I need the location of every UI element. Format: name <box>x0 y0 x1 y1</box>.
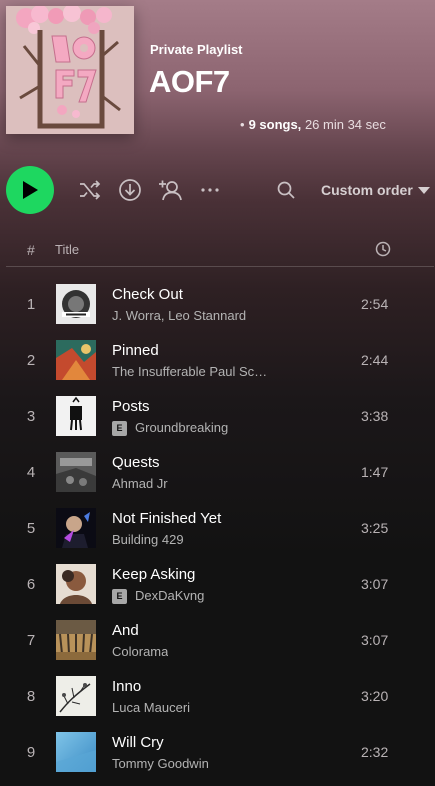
playlist-cover[interactable] <box>6 6 134 134</box>
track-row[interactable]: 7 And Colorama 3:07 <box>0 612 435 668</box>
track-row[interactable]: 2 Pinned The Insufferable Paul Sc… 2:44 <box>0 332 435 388</box>
track-duration: 2:54 <box>361 296 389 312</box>
track-number: 9 <box>26 744 36 761</box>
caret-down-icon[interactable] <box>418 187 430 194</box>
track-duration: 2:32 <box>361 744 389 760</box>
search-icon <box>277 181 295 199</box>
cover-art <box>6 6 134 134</box>
shuffle-button[interactable] <box>78 178 102 202</box>
track-duration: 3:07 <box>361 576 389 592</box>
track-duration: 3:25 <box>361 520 389 536</box>
clock-icon[interactable] <box>375 241 391 257</box>
meta-dot: • <box>240 117 245 132</box>
track-row[interactable]: 1 Check Out J. Worra, Leo Stannard 2:54 <box>0 276 435 332</box>
track-artist[interactable]: Luca Mauceri <box>112 700 190 715</box>
track-artwork <box>56 396 96 436</box>
track-title[interactable]: Pinned <box>112 342 159 359</box>
track-row[interactable]: 4 Quests Ahmad Jr 1:47 <box>0 444 435 500</box>
track-duration: 3:38 <box>361 408 389 424</box>
track-number: 1 <box>26 296 36 313</box>
track-artwork <box>56 284 96 324</box>
track-title[interactable]: Inno <box>112 678 141 695</box>
track-artist[interactable]: Building 429 <box>112 532 184 547</box>
track-title[interactable]: Quests <box>112 454 160 471</box>
track-artist[interactable]: Ahmad Jr <box>112 476 168 491</box>
track-table-header: # Title <box>6 236 434 267</box>
column-number-header[interactable]: # <box>27 242 35 258</box>
track-number: 4 <box>26 464 36 481</box>
track-number: 7 <box>26 632 36 649</box>
track-number: 2 <box>26 352 36 369</box>
playlist-header: Private Playlist AOF7 • 9 songs, 26 min 3… <box>0 0 435 150</box>
track-artist[interactable]: DexDaKvng <box>135 588 204 603</box>
track-row[interactable]: 8 Inno Luca Mauceri 3:20 <box>0 668 435 724</box>
track-artwork <box>56 732 96 772</box>
track-row[interactable]: 3 Posts E Groundbreaking 3:38 <box>0 388 435 444</box>
track-artist[interactable]: J. Worra, Leo Stannard <box>112 308 246 323</box>
add-user-button[interactable] <box>158 178 182 202</box>
column-title-header[interactable]: Title <box>55 242 79 257</box>
track-artist[interactable]: Colorama <box>112 644 168 659</box>
playlist-title: AOF7 <box>149 64 230 99</box>
track-row[interactable]: 9 Will Cry Tommy Goodwin 2:32 <box>0 724 435 780</box>
sort-order-dropdown[interactable]: Custom order <box>321 182 413 198</box>
track-title[interactable]: And <box>112 622 139 639</box>
track-title[interactable]: Not Finished Yet <box>112 510 221 527</box>
track-artwork <box>56 676 96 716</box>
action-bar: Custom order <box>0 166 435 214</box>
search-button[interactable] <box>274 178 298 202</box>
track-title[interactable]: Will Cry <box>112 734 164 751</box>
track-number: 8 <box>26 688 36 705</box>
more-options-button[interactable] <box>198 178 222 202</box>
track-artwork <box>56 508 96 548</box>
track-artwork <box>56 340 96 380</box>
track-row[interactable]: 6 Keep Asking E DexDaKvng 3:07 <box>0 556 435 612</box>
track-number: 5 <box>26 520 36 537</box>
download-icon <box>119 179 141 201</box>
playlist-meta: • 9 songs, 26 min 34 sec <box>240 117 386 132</box>
track-artwork <box>56 620 96 660</box>
songs-count: 9 songs, <box>248 117 302 132</box>
add-user-icon <box>159 180 182 201</box>
more-icon <box>201 188 219 192</box>
shuffle-icon <box>80 180 101 200</box>
total-duration: 26 min 34 sec <box>304 117 386 132</box>
track-title[interactable]: Check Out <box>112 286 183 303</box>
track-artist[interactable]: The Insufferable Paul Sc… <box>112 364 267 379</box>
download-button[interactable] <box>118 178 142 202</box>
explicit-badge: E <box>112 589 127 604</box>
playlist-type-label: Private Playlist <box>150 42 243 57</box>
track-duration: 3:07 <box>361 632 389 648</box>
track-artist[interactable]: Tommy Goodwin <box>112 756 209 771</box>
track-duration: 1:47 <box>361 464 389 480</box>
track-artist[interactable]: Groundbreaking <box>135 420 228 435</box>
track-artwork <box>56 452 96 492</box>
track-number: 3 <box>26 408 36 425</box>
track-duration: 3:20 <box>361 688 389 704</box>
track-title[interactable]: Posts <box>112 398 150 415</box>
track-title[interactable]: Keep Asking <box>112 566 195 583</box>
track-artwork <box>56 564 96 604</box>
explicit-badge: E <box>112 421 127 436</box>
track-row[interactable]: 5 Not Finished Yet Building 429 3:25 <box>0 500 435 556</box>
play-button[interactable] <box>6 166 54 214</box>
play-icon <box>23 181 38 199</box>
track-duration: 2:44 <box>361 352 389 368</box>
track-number: 6 <box>26 576 36 593</box>
